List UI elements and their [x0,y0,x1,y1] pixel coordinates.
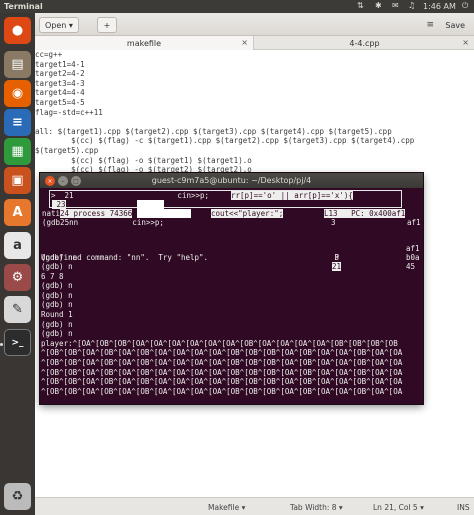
gdb-line-right: 45 [406,262,416,271]
bluetooth-icon[interactable]: ✱ [375,1,382,10]
save-button[interactable]: Save [440,17,470,33]
terminal-line: (gdb) n [41,300,73,310]
tui-native-label: nati [42,209,61,218]
clock[interactable]: 1:46 AM [423,2,456,11]
tui-line-21: > 21 cin>>p; [51,191,210,200]
language-selector[interactable]: Makefile ▾ [208,503,245,512]
terminal-body[interactable]: > 21 cin>>p; rr[p]=='o' || arr[p]=='x'){… [40,188,423,404]
minimize-window-button[interactable]: – [58,176,68,186]
editor-line: all: $(target1).cpp $(target2).cpp $(tar… [35,126,392,136]
gdb-line-right: af1 [407,218,421,227]
terminal-line: (gdb) n [41,281,73,291]
editor-line: target4=4-4 [35,88,85,98]
editor-line: target1=4-1 [35,59,85,69]
tab-label: 4-4.cpp [349,38,380,48]
editor-line: target3=4-3 [35,78,85,88]
impress-icon[interactable]: ▣ [4,167,31,194]
tab-width-selector[interactable]: Tab Width: 8 ▾ [290,503,343,512]
gdb-nn-line: (gdb) nn P [41,253,340,262]
tui-cout-line: cout<<"player:"; [211,209,284,218]
open-button[interactable]: Open ▾ [39,17,79,33]
terminal-line: ^[OB^[OB^[OA^[OB^[OA^[OB^[OA^[OA^[OA^[OA… [41,348,403,358]
tui-highlight-line: rr[p]=='o' || arr[p]=='x'){ [231,191,353,200]
tui-line-23: 23 [52,200,66,209]
gedit-header-bar: Open ▾ + ≡ Save [35,13,474,36]
gdb-line-right: af1 [406,244,420,253]
tab-makefile[interactable]: makefile × [35,36,254,50]
running-indicator [0,343,3,346]
active-app-title[interactable]: Terminal [4,2,43,11]
terminal-line: (gdb) n [41,290,73,300]
software-icon[interactable]: A [4,199,31,226]
status-bar: Makefile ▾ Tab Width: 8 ▾ Ln 21, Col 5 ▾… [35,497,474,515]
amazon-icon[interactable]: a [4,232,31,259]
terminal-line: ^[OB^[OB^[OA^[OB^[OA^[OB^[OA^[OA^[OA^[OA… [41,357,403,367]
power-icon[interactable]: ⏻ [462,1,468,11]
launcher: ● ▤ ◉ ≡ ▦ ▣ Aa ⚙ ✎ >_ ♻ [0,13,35,515]
close-tab-icon[interactable]: × [241,38,248,47]
editor-line: $(cc) $(flag) -o $(target1) $(target1).o [35,155,252,165]
editor-line: cc=g++ [35,50,63,59]
terminal-line: player:^[OA^[OB^[OB^[OA^[OA^[OA^[OA^[OA^… [41,338,398,348]
terminal-title: guest-c9m7a5@ubuntu: ~/Desktop/pj/4 [151,176,312,185]
mail-icon[interactable]: ✉ [392,1,399,10]
editor-line: flag=-std=c++11 [35,107,103,117]
gdb-line-right: b0a [406,253,420,262]
terminal-line: ^[OB^[OB^[OA^[OB^[OA^[OB^[OA^[OA^[OA^[OA… [41,377,403,387]
terminal-titlebar[interactable]: × – □ guest-c9m7a5@ubuntu: ~/Desktop/pj/… [40,173,423,188]
sound-icon[interactable]: ♫ [408,1,415,10]
files-icon[interactable]: ▤ [4,51,31,78]
terminal-line: Round 1 [41,309,73,319]
hamburger-menu-icon[interactable]: ≡ [426,20,434,30]
redacted-block [137,209,191,218]
tab-bar: makefile × 4-4.cpp × [35,36,474,50]
editor-line: target2=4-2 [35,69,85,79]
ubuntu-dash-icon[interactable]: ● [4,17,31,44]
tab-4-4-cpp[interactable]: 4-4.cpp × [255,36,474,50]
terminal-icon[interactable]: >_ [4,329,31,356]
editor-line: target5=4-5 [35,97,85,107]
editor-line: $(cc) $(flag) -c $(target1).cpp $(target… [35,136,415,146]
tui-pc-label: L13 PC: 0x400af1 [324,209,406,218]
terminal-line: 6 7 8 [41,271,64,281]
trash-icon[interactable]: ♻ [4,483,31,510]
maximize-window-button[interactable]: □ [71,176,81,186]
editor-content[interactable]: cc=g++ target1=4-1 target2=4-2 target3=4-3 t… [35,50,414,184]
terminal-lines: (gdb) n6 7 8 (gdb) n (gdb) n (gdb) n Round 1… [41,262,402,396]
settings-icon[interactable]: ⚙ [4,264,31,291]
terminal-line: (gdb) n [41,329,73,339]
close-window-button[interactable]: × [45,176,55,186]
terminal-line: ^[OB^[OB^[OA^[OB^[OA^[OB^[OA^[OA^[OA^[OA… [41,386,403,396]
tab-label: makefile [126,38,162,48]
network-icon[interactable]: ⇅ [357,1,364,10]
gdb-tui-source-window: > 21 cin>>p; rr[p]=='o' || arr[p]=='x'){… [41,189,422,234]
close-tab-icon[interactable]: × [462,38,469,47]
top-panel: Terminal ⇅ ✱ ✉ ♫ 1:46 AM ⏻ [0,0,474,13]
firefox-icon[interactable]: ◉ [4,80,31,107]
terminal-line: ^[OB^[OB^[OA^[OB^[OA^[OB^[OA^[OA^[OA^[OA… [41,367,403,377]
editor-line: $(target5).cpp [35,145,99,155]
new-document-icon[interactable]: + [97,17,117,33]
calc-icon[interactable]: ▦ [4,138,31,165]
gdb-line: (gdb25nn cin>>p; 3 [42,218,336,227]
writer-icon[interactable]: ≡ [4,109,31,136]
insert-mode-indicator: INS [457,503,470,512]
terminal-window[interactable]: × – □ guest-c9m7a5@ubuntu: ~/Desktop/pj/… [40,173,423,404]
terminal-line: (gdb) n [41,319,73,329]
cursor-position[interactable]: Ln 21, Col 5 ▾ [373,503,424,512]
redacted-block [137,200,164,209]
text-editor-icon[interactable]: ✎ [4,296,31,323]
terminal-line: (gdb) n [41,262,73,271]
tui-process-label: 24 process 74366 [60,209,133,218]
